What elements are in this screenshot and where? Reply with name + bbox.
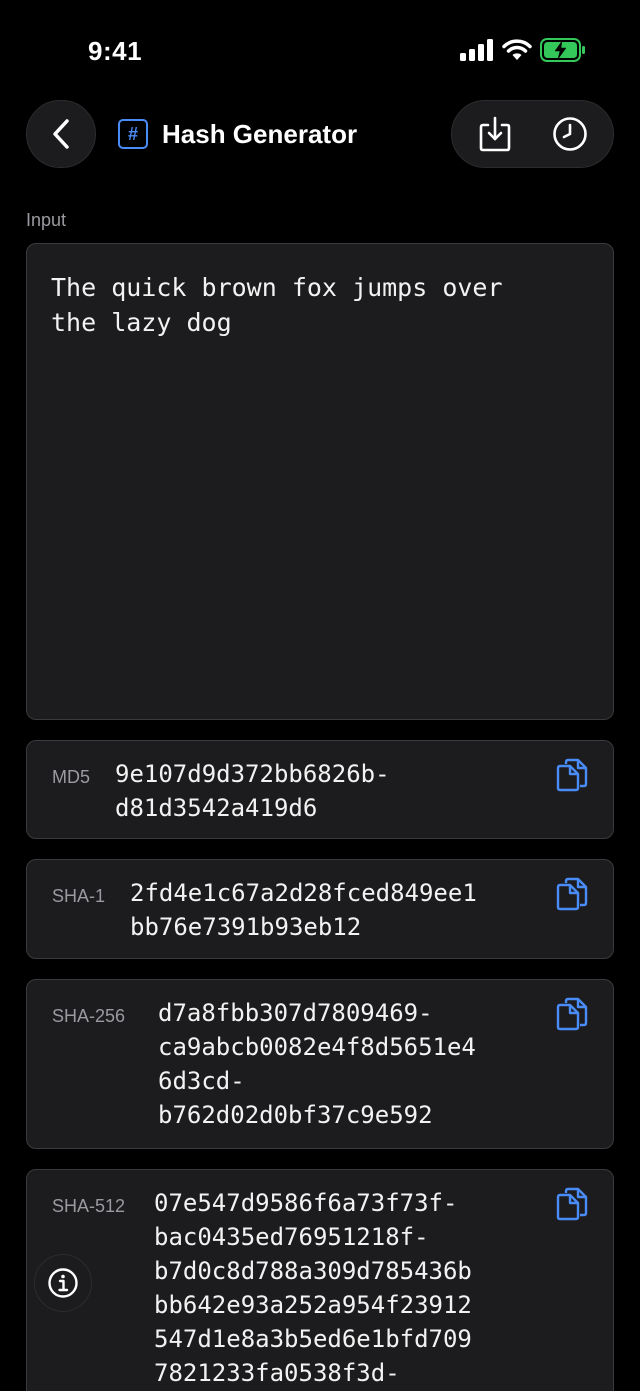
copy-icon[interactable] [555, 757, 589, 793]
page-title-group: # Hash Generator [118, 100, 357, 168]
info-button[interactable] [34, 1254, 92, 1312]
hash-label: MD5 [52, 767, 91, 787]
hash-card-md5: MD5 9e107d9d372bb6826b- d81d3542a419d6 [26, 740, 614, 839]
copy-icon[interactable] [555, 1186, 589, 1222]
status-bar: 9:41 [0, 0, 640, 100]
hash-value[interactable]: 9e107d9d372bb6826b- d81d3542a419d6 [115, 757, 390, 825]
status-time: 9:41 [88, 36, 143, 66]
copy-icon[interactable] [555, 996, 589, 1032]
hash-card-sha1: SHA-1 2fd4e1c67a2d28fced849ee1 bb76e7391… [26, 859, 614, 959]
status-icons [460, 38, 586, 62]
cellular-signal-icon [460, 39, 493, 61]
clock-icon [552, 117, 587, 151]
copy-icon[interactable] [555, 876, 589, 912]
input-text[interactable]: The quick brown fox jumps over the lazy … [51, 270, 589, 340]
hash-card-sha256: SHA-256 d7a8fbb307d7809469- ca9abcb0082e… [26, 979, 614, 1149]
wifi-icon [502, 39, 532, 60]
back-button[interactable] [26, 100, 96, 168]
hash-label: SHA-256 [52, 1006, 126, 1026]
hash-value[interactable]: d7a8fbb307d7809469- ca9abcb0082e4f8d5651… [158, 996, 476, 1132]
info-icon [48, 1268, 78, 1298]
input-textarea[interactable]: The quick brown fox jumps over the lazy … [26, 243, 614, 720]
hash-label: SHA-1 [52, 886, 106, 906]
hash-value[interactable]: 2fd4e1c67a2d28fced849ee1 bb76e7391b93eb1… [130, 876, 477, 944]
input-label: Input [26, 210, 67, 230]
hash-icon: # [118, 119, 148, 149]
download-icon [479, 116, 511, 152]
history-button[interactable] [540, 104, 600, 164]
header-actions [451, 100, 614, 168]
page-title: Hash Generator [162, 118, 358, 149]
download-button[interactable] [465, 104, 525, 164]
hash-value[interactable]: 07e547d9586f6a73f73f- bac0435ed76951218f… [154, 1186, 472, 1390]
chevron-left-icon [53, 119, 69, 149]
battery-charging-icon [540, 38, 585, 62]
hash-label: SHA-512 [52, 1196, 126, 1216]
hash-card-sha512: SHA-512 07e547d9586f6a73f73f- bac0435ed7… [26, 1169, 614, 1391]
